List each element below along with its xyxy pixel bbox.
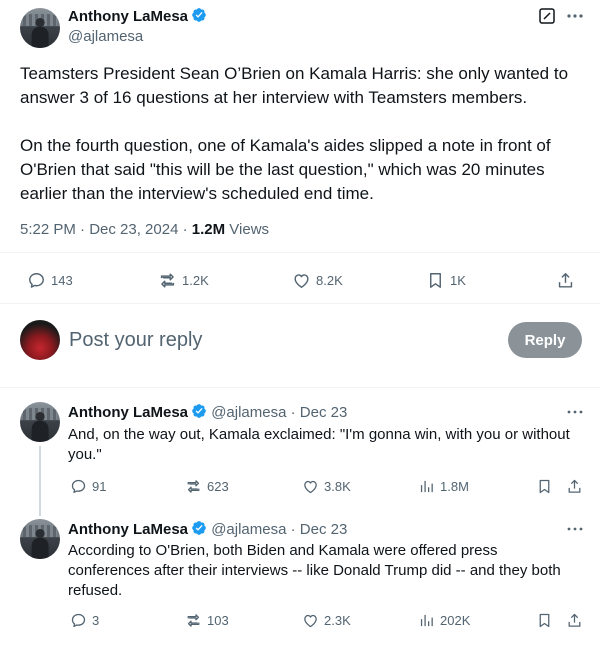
views-label: Views: [225, 221, 270, 238]
views-count: 1.2M: [191, 221, 226, 238]
reply-avatar[interactable]: [20, 402, 60, 442]
reply-count: 143: [51, 273, 73, 288]
views-action[interactable]: 202K: [418, 612, 470, 629]
share-icon: [568, 479, 581, 493]
views-chart-icon: [420, 614, 433, 627]
reply-text: And, on the way out, Kamala exclaimed: "…: [68, 426, 570, 463]
reply-icon: [71, 479, 86, 494]
reply-author-handle[interactable]: @ajlamesa: [211, 521, 286, 538]
thread-line: [39, 446, 41, 516]
views-action[interactable]: 1.8M: [418, 478, 469, 495]
reply-date[interactable]: · Dec 23: [291, 521, 348, 538]
reply-composer-input[interactable]: Post your reply: [69, 329, 202, 352]
verified-badge-icon: [192, 404, 206, 418]
views-count: 202K: [440, 613, 471, 628]
reply-action[interactable]: 143: [27, 271, 73, 290]
reply-action[interactable]: 91: [70, 478, 106, 495]
share-icon: [568, 613, 581, 627]
heart-icon: [304, 480, 317, 494]
reply-action[interactable]: 3: [70, 612, 99, 629]
more-options-icon[interactable]: [566, 522, 584, 536]
reply-icon: [71, 613, 86, 628]
share-action[interactable]: [556, 271, 580, 290]
reply-author-name[interactable]: Anthony LaMesa: [68, 521, 188, 538]
bookmark-count: 1K: [450, 273, 466, 288]
repost-icon: [187, 614, 200, 627]
more-options-icon[interactable]: [566, 8, 584, 24]
repost-count: 1.2K: [182, 273, 209, 288]
verified-badge-icon: [192, 8, 206, 22]
repost-action[interactable]: 103: [185, 612, 229, 629]
repost-action[interactable]: 1.2K: [158, 271, 209, 290]
bookmark-icon: [539, 613, 550, 628]
reply-author-handle[interactable]: @ajlamesa: [211, 404, 286, 421]
repost-action[interactable]: 623: [185, 478, 229, 495]
tweet-text-paragraph-1: Teamsters President Sean O’Brien on Kama…: [20, 64, 569, 107]
share-action[interactable]: [566, 612, 588, 629]
reply-text: According to O'Brien, both Biden and Kam…: [68, 542, 561, 599]
reply-button[interactable]: Reply: [508, 322, 582, 358]
reply-author-name[interactable]: Anthony LaMesa: [68, 404, 188, 421]
bookmark-action[interactable]: [536, 478, 558, 495]
repost-icon: [160, 273, 175, 288]
more-options-icon[interactable]: [566, 405, 584, 419]
views-count: 1.8M: [440, 479, 469, 494]
author-handle[interactable]: @ajlamesa: [68, 28, 143, 45]
author-avatar[interactable]: [20, 8, 60, 48]
repost-count: 623: [207, 479, 229, 494]
share-icon: [558, 273, 573, 288]
reply-icon: [29, 273, 44, 288]
tweet-text-paragraph-2: On the fourth question, one of Kamala's …: [20, 136, 551, 203]
bookmark-icon: [430, 273, 441, 288]
like-action[interactable]: 2.3K: [302, 612, 351, 629]
grok-icon[interactable]: [539, 8, 555, 24]
views-chart-icon: [420, 480, 433, 493]
bookmark-action[interactable]: [536, 612, 558, 629]
verified-badge-icon: [192, 521, 206, 535]
like-count: 8.2K: [316, 273, 343, 288]
like-count: 3.8K: [324, 479, 351, 494]
reply-count: 3: [92, 613, 100, 628]
like-action[interactable]: 8.2K: [292, 271, 343, 290]
reply-date[interactable]: · Dec 23: [291, 404, 348, 421]
reply-avatar[interactable]: [20, 519, 60, 559]
tweet-meta: 5:22 PM · Dec 23, 2024 · 1.2M Views: [20, 221, 269, 238]
reply-header: Anthony LaMesa @ajlamesa · Dec 23: [68, 520, 347, 538]
like-count: 2.3K: [324, 613, 351, 628]
heart-icon: [304, 614, 317, 628]
repost-count: 103: [207, 613, 229, 628]
reply-count: 91: [92, 479, 107, 494]
reply-header: Anthony LaMesa @ajlamesa · Dec 23: [68, 403, 347, 421]
author-name[interactable]: Anthony LaMesa: [68, 8, 188, 25]
like-action[interactable]: 3.8K: [302, 478, 351, 495]
current-user-avatar[interactable]: [20, 320, 60, 360]
bookmark-action[interactable]: 1K: [426, 271, 466, 290]
share-action[interactable]: [566, 478, 588, 495]
repost-icon: [187, 480, 200, 493]
tweet-timestamp[interactable]: 5:22 PM · Dec 23, 2024 ·: [20, 221, 192, 238]
bookmark-icon: [539, 479, 550, 494]
heart-icon: [294, 274, 309, 288]
reply-button-label: Reply: [524, 331, 566, 349]
